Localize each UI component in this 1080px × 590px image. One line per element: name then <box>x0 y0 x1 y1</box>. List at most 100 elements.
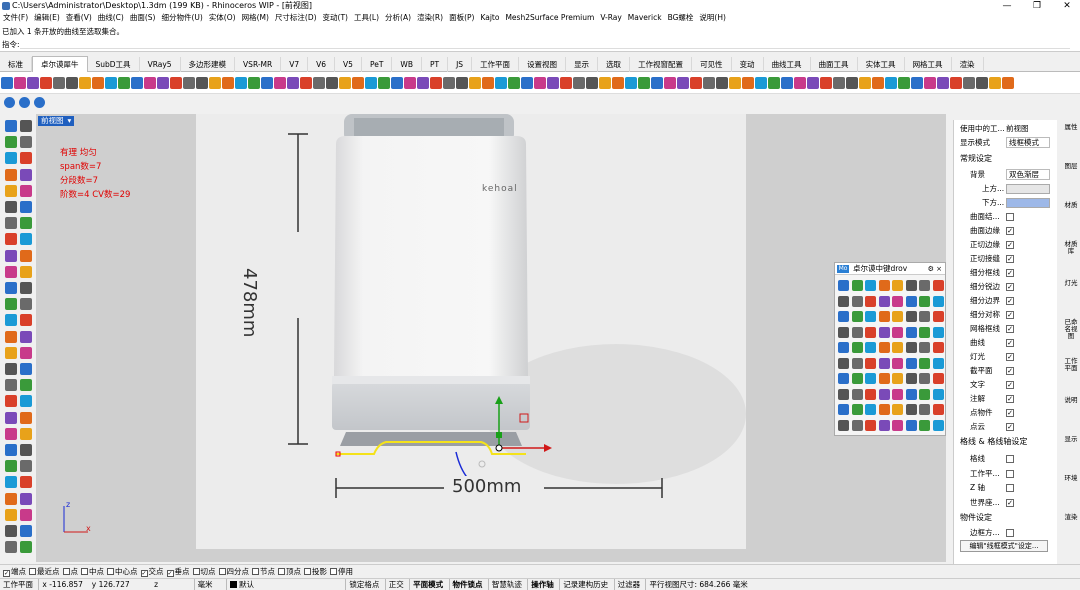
toolbar-tool-icon[interactable] <box>482 77 494 89</box>
toolbox-tool-icon[interactable] <box>20 476 32 489</box>
tab-v7[interactable]: V7 <box>281 57 309 73</box>
tab-mesh-tools[interactable]: 网格工具 <box>905 57 952 73</box>
panel-tool-icon[interactable] <box>878 404 890 415</box>
bottom-color-row[interactable]: 下方... <box>954 196 1054 210</box>
panel-tool-icon[interactable] <box>878 295 890 307</box>
tab-transform[interactable]: 变动 <box>732 57 764 73</box>
status-history[interactable]: 记录建构历史 <box>559 579 611 590</box>
toolbar-tool-icon[interactable] <box>1 77 13 89</box>
toolbar-tool-icon[interactable] <box>196 77 208 89</box>
panel-tool-icon[interactable] <box>838 311 849 322</box>
toolbox-tool-icon[interactable] <box>5 201 17 213</box>
toolbar-tool-icon[interactable] <box>404 77 416 89</box>
display-option-row[interactable]: 边框方... <box>954 526 1054 540</box>
display-option-row[interactable]: 灯光 ✓ <box>954 350 1054 364</box>
menu-surface[interactable]: 曲面(S) <box>127 12 159 24</box>
toolbar-tool-icon[interactable] <box>833 77 845 89</box>
tab-display[interactable]: 显示 <box>566 57 599 73</box>
toolbar-tool-icon[interactable] <box>365 77 377 89</box>
side-tab[interactable]: 属性 <box>1064 124 1078 131</box>
toolbar-tool-icon[interactable] <box>287 77 299 89</box>
panel-tool-icon[interactable] <box>905 373 917 384</box>
display-option-checkbox[interactable]: ✓ <box>1006 325 1014 333</box>
tab-polygon[interactable]: 多边形建模 <box>181 57 236 73</box>
toolbox-tool-icon[interactable] <box>5 411 17 424</box>
panel-tool-icon[interactable] <box>919 419 930 431</box>
tab-subd-tools[interactable]: SubD工具 <box>88 57 140 73</box>
minimize-button[interactable]: — <box>994 0 1020 12</box>
toolbox-tool-icon[interactable] <box>5 233 17 246</box>
toolbox-tool-icon[interactable] <box>5 395 17 408</box>
floating-panel-header[interactable]: Mo 卓尔谟中键drov ⚙ × <box>835 263 945 275</box>
toolbox-tool-icon[interactable] <box>20 282 32 294</box>
tab-pet[interactable]: PeT <box>362 57 393 73</box>
toolbar-tool-icon[interactable] <box>820 77 832 89</box>
toolbar-tool-icon[interactable] <box>924 77 936 89</box>
toolbar-tool-icon[interactable] <box>885 77 897 89</box>
toolbar-tool-icon[interactable] <box>27 77 39 89</box>
side-tab[interactable]: 已命名视图 <box>1064 319 1078 340</box>
panel-tool-icon[interactable] <box>838 342 849 353</box>
toolbar-tool-icon[interactable] <box>456 77 468 89</box>
toolbox-tool-icon[interactable] <box>20 314 32 327</box>
menu-solid[interactable]: 实体(O) <box>206 12 239 24</box>
toolbox-tool-icon[interactable] <box>20 411 32 424</box>
toolbar-tool-icon[interactable] <box>274 77 286 89</box>
toolbox-tool-icon[interactable] <box>5 265 17 278</box>
panel-tool-icon[interactable] <box>851 404 863 415</box>
panel-tool-icon[interactable] <box>932 295 944 307</box>
panel-tool-icon[interactable] <box>838 373 849 384</box>
display-option-checkbox[interactable]: ✓ <box>1006 269 1014 277</box>
display-option-row[interactable]: 正切边缘 ✓ <box>954 238 1054 252</box>
status-filter[interactable]: 过滤器 <box>613 579 644 590</box>
display-option-checkbox[interactable]: ✓ <box>1006 339 1014 347</box>
toolbar-tool-icon[interactable] <box>378 77 390 89</box>
panel-tool-icon[interactable] <box>892 419 903 431</box>
display-option-checkbox[interactable]: ✓ <box>1006 353 1014 361</box>
toolbar-tool-icon[interactable] <box>14 77 26 89</box>
toolbar-tool-icon[interactable] <box>170 77 182 89</box>
toolbar-tool-icon[interactable] <box>313 77 325 89</box>
toolbar-tool-icon[interactable] <box>508 77 520 89</box>
osnap-option[interactable]: 四分点 <box>218 565 249 579</box>
osnap-option[interactable]: 节点 <box>252 565 275 579</box>
toolbar-tool-icon[interactable] <box>443 77 455 89</box>
toolbox-tool-icon[interactable] <box>20 120 32 132</box>
display-option-row[interactable]: 细分锐边 ✓ <box>954 280 1054 294</box>
toolbar-tool-icon[interactable] <box>612 77 624 89</box>
toolbar-tool-icon[interactable] <box>157 77 169 89</box>
toolbox-tool-icon[interactable] <box>5 460 17 473</box>
osnap-checkbox[interactable] <box>304 568 311 575</box>
toolbar-tool-icon[interactable] <box>586 77 598 89</box>
toolbar-tool-icon[interactable] <box>664 77 676 89</box>
tab-standard[interactable]: 标准 <box>0 57 32 73</box>
panel-tool-icon[interactable] <box>932 357 944 369</box>
toolbar-tool-icon[interactable] <box>989 77 1001 89</box>
toolbox-tool-icon[interactable] <box>5 298 17 311</box>
side-tab[interactable]: 环境 <box>1064 475 1078 482</box>
tab-visibility[interactable]: 可见性 <box>692 57 732 73</box>
osnap-checkbox[interactable] <box>62 568 70 575</box>
display-option-checkbox[interactable] <box>1006 469 1014 478</box>
toolbar-tool-icon[interactable] <box>599 77 611 89</box>
panel-tool-icon[interactable] <box>865 388 876 400</box>
display-option-row[interactable]: 截平面 ✓ <box>954 364 1054 378</box>
osnap-icon-1[interactable] <box>4 97 15 108</box>
viewport-title-tab[interactable]: 前视图 ▾ <box>38 116 75 126</box>
osnap-checkbox[interactable] <box>107 568 114 575</box>
menu-panels[interactable]: 面板(P) <box>446 12 477 24</box>
tab-pt[interactable]: PT <box>422 57 449 73</box>
side-tab[interactable]: 渲染 <box>1064 514 1078 521</box>
panel-tool-icon[interactable] <box>905 295 917 307</box>
toolbar-tool-icon[interactable] <box>521 77 533 89</box>
menu-curve[interactable]: 曲线(C) <box>95 12 127 24</box>
display-option-row[interactable]: 工作平... <box>954 467 1054 481</box>
tab-v6[interactable]: V6 <box>308 57 336 73</box>
tab-js[interactable]: JS <box>448 57 473 73</box>
toolbar-tool-icon[interactable] <box>716 77 728 89</box>
display-option-checkbox[interactable]: ✓ <box>1006 423 1014 431</box>
side-tab[interactable]: 显示 <box>1064 436 1078 443</box>
menu-bg-bolt[interactable]: BG螺栓 <box>665 12 697 24</box>
toolbar-tool-icon[interactable] <box>235 77 247 89</box>
panel-tool-icon[interactable] <box>932 326 944 338</box>
